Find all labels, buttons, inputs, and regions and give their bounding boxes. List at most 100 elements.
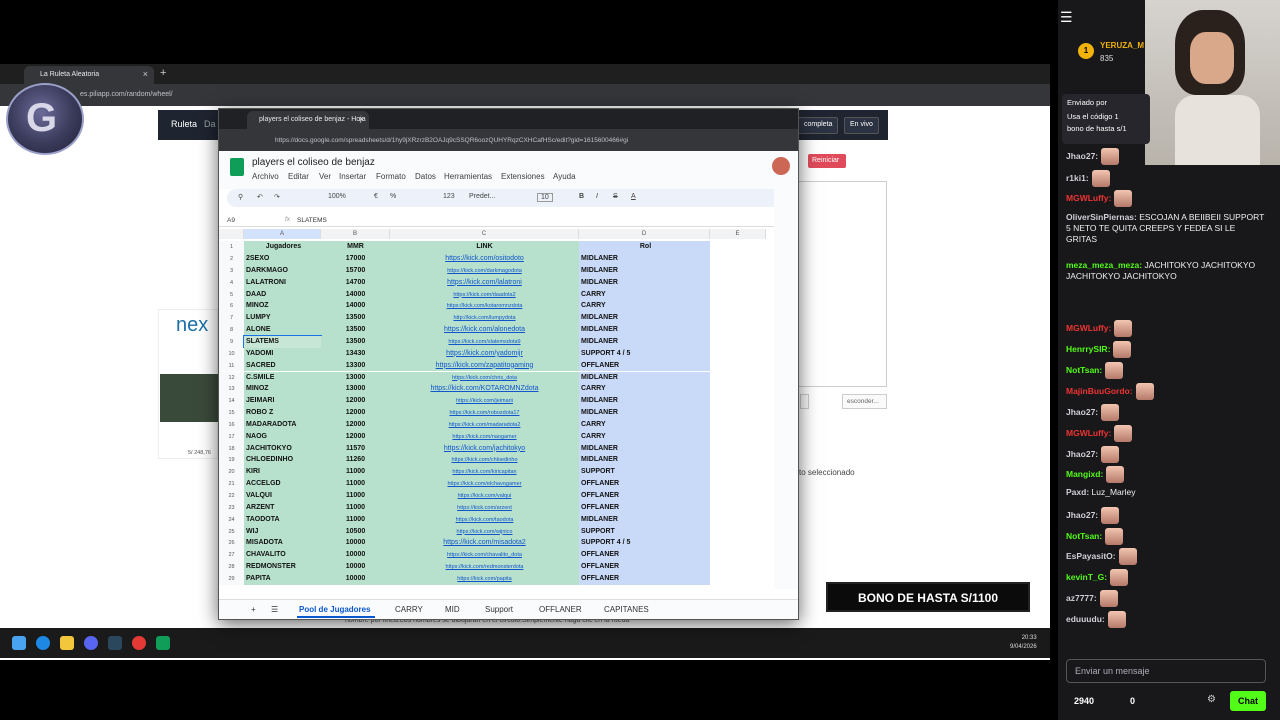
menu-herramientas[interactable]: Herramientas [444,172,492,181]
row-number[interactable]: 18 [219,442,244,455]
sheets-taskbar-icon[interactable] [156,636,170,650]
chat-username[interactable]: MGWLuffy: [1066,428,1111,438]
cell-link[interactable]: https://kick.com/robozdota17 [390,407,579,419]
cell-rol[interactable]: CARRY [579,383,710,396]
cell-jugador[interactable]: ALONE [244,324,321,336]
chat-username[interactable]: eduuudu: [1066,614,1105,624]
row-number[interactable]: 19 [219,454,244,467]
cell-rol[interactable]: OFFLANER [579,490,710,502]
cell-mmr[interactable]: 13000 [321,383,390,396]
tab-support[interactable]: Support [485,605,513,614]
cell-link[interactable]: https://kick.com/darkmagodota [390,264,579,277]
rewards-count[interactable]: 0 [1130,696,1135,706]
cell-link[interactable]: https://kick.com/elchavogamer [390,478,579,490]
cell-e[interactable] [710,276,766,289]
currency-button[interactable]: € [374,193,378,200]
cell-link[interactable]: https://kick.com/lalatroni [390,276,579,289]
cell-link[interactable]: https://kick.com/KOTAROMNZdota [390,383,579,396]
cell-mmr[interactable]: 13430 [321,347,390,360]
row-number[interactable]: 14 [219,395,244,408]
bg-tab-ruleta[interactable]: La Ruleta Aleatoria × [24,66,154,84]
cell-link[interactable]: https://kick.com/slatemsdota9 [390,335,579,348]
cell-link[interactable]: https://kick.com/papita [390,572,579,585]
cell-mmr[interactable]: 10000 [321,561,390,573]
cell-jugador[interactable]: LUMPY [244,312,321,325]
cell-jugador[interactable]: MINOZ [244,383,321,396]
chat-send-button[interactable]: Chat [1230,691,1266,711]
all-sheets-icon[interactable]: ☰ [271,605,278,614]
cell-jugador[interactable]: REDMONSTER [244,561,321,573]
row-number[interactable]: 26 [219,537,244,550]
cell-jugador[interactable]: SLATEMS [243,334,322,349]
cell-jugador[interactable]: MISADOTA [244,537,321,550]
cell-rol[interactable]: MIDLANER [579,253,710,265]
cell-link[interactable]: https://kick.com/taodota [390,513,579,526]
cell-jugador[interactable]: WIJ [244,525,321,538]
cell-link[interactable]: https://kick.com/zapatitogaming [390,359,579,372]
cell-jugador[interactable]: LALATRONI [244,276,321,289]
cell-e[interactable] [710,253,766,265]
cell-link[interactable]: https://kick.com/wijnico [390,525,579,538]
esconder-button[interactable]: esconder... [842,394,887,409]
cell-jugador[interactable]: TAODOTA [244,513,321,526]
cell-e[interactable] [710,324,766,336]
chat-username[interactable]: Jhao27: [1066,449,1098,459]
col-header-e[interactable]: E [710,229,766,239]
cell-link[interactable]: https://kick.com/kiricapitan [390,466,579,479]
cell-e[interactable] [710,513,766,526]
cell-mmr[interactable]: 13500 [321,312,390,325]
cell-mmr[interactable]: 13000 [321,371,390,384]
col-header-d[interactable]: D [579,229,710,239]
cell-e[interactable] [710,442,766,455]
menu-datos[interactable]: Datos [415,172,436,181]
cell-link[interactable]: https://kick.com/chris_dota [390,371,579,384]
bg-url-text[interactable]: es.piliapp.com/random/wheel/ [80,91,173,98]
cell-e[interactable] [710,549,766,562]
cell-e[interactable] [710,264,766,277]
cell-jugador[interactable]: 2SEXO [244,253,321,265]
cell-e[interactable] [710,335,766,348]
cell-e[interactable] [710,525,766,538]
cell-link[interactable]: https://kick.com/valqui [390,490,579,502]
cell-e[interactable] [710,418,766,431]
strikethrough-button[interactable]: S [613,193,618,200]
steam-icon[interactable] [108,636,122,650]
row-number[interactable]: 27 [219,549,244,562]
spreadsheet-grid[interactable]: A B C D E 1 Jugadores MMR LINK Rol 2 2SEX… [219,229,766,589]
sheets-url-text[interactable]: https://docs.google.com/spreadsheets/d/1… [275,137,628,144]
cell-jugador[interactable]: PAPITA [244,572,321,585]
cell-rol[interactable]: OFFLANER [579,478,710,490]
cell-e[interactable] [710,430,766,443]
cell-rol[interactable]: MIDLANER [579,335,710,348]
menu-ver[interactable]: Ver [319,172,331,181]
chat-username[interactable]: MGWLuffy: [1066,193,1111,203]
cell-rol[interactable]: OFFLANER [579,501,710,514]
tab-offlaner[interactable]: OFFLANER [539,605,582,614]
cell-rol[interactable]: SUPPORT [579,466,710,479]
chat-username[interactable]: NotTsan: [1066,531,1102,541]
row-number[interactable]: 10 [219,347,244,360]
row-number[interactable]: 2 [219,253,244,265]
gear-icon[interactable]: ⚙ [1207,694,1216,705]
chat-username[interactable]: HenrrySIR: [1066,344,1110,354]
cell-e[interactable] [710,395,766,408]
avatar[interactable] [772,157,790,175]
cell-rol[interactable]: CARRY [579,430,710,443]
cell-mmr[interactable]: 13300 [321,359,390,372]
tab-pool-de-jugadores[interactable]: Pool de Jugadores [299,605,371,614]
chat-username[interactable]: MajinBuuGordo: [1066,386,1133,396]
cell-mmr[interactable]: 10000 [321,549,390,562]
en-vivo-button[interactable]: En vivo [844,117,879,134]
chat-username[interactable]: meza_meza_meza: [1066,260,1142,270]
cell-rol[interactable]: SUPPORT 4 / 5 [579,537,710,550]
cell-mmr[interactable]: 11000 [321,501,390,514]
tab-capitanes[interactable]: CAPITANES [604,605,649,614]
cell-e[interactable] [710,347,766,360]
cell-e[interactable] [710,466,766,479]
chat-username[interactable]: Jhao27: [1066,510,1098,520]
tab-mid[interactable]: MID [445,605,460,614]
redo-icon[interactable]: ↷ [274,193,280,201]
cell-rol[interactable]: MIDLANER [579,395,710,408]
row-number[interactable]: 28 [219,561,244,573]
row-number[interactable]: 11 [219,359,244,372]
